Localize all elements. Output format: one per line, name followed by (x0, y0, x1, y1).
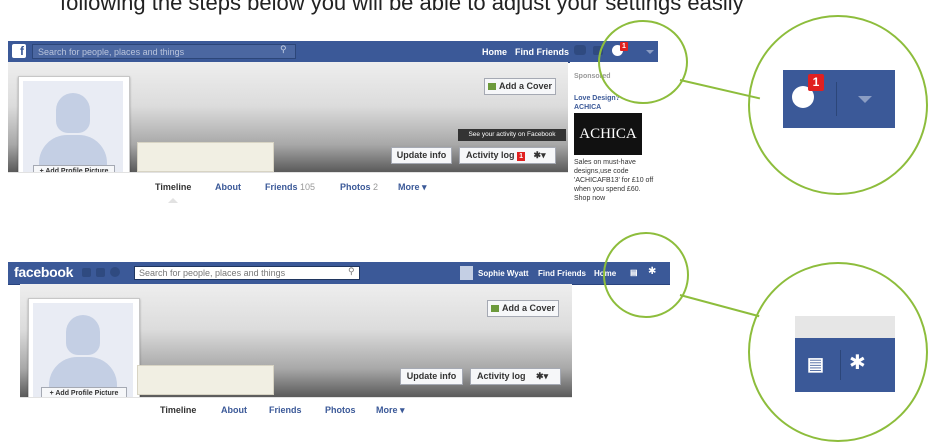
activity-log-label: Activity log (466, 150, 515, 160)
search-icon[interactable]: ⚲ (348, 266, 355, 277)
tab-friends[interactable]: Friends (269, 405, 302, 415)
ad-text: Sales on must-have designs,use code 'ACH… (574, 159, 654, 202)
avatar[interactable] (460, 266, 473, 280)
update-info-button[interactable]: Update info (391, 147, 452, 164)
gear-icon[interactable]: ✱▾ (534, 150, 546, 160)
tab-about[interactable]: About (221, 405, 247, 415)
zoomed-gear-icon: ✱ (849, 352, 866, 374)
silhouette-head (66, 315, 100, 355)
zoomed-bar-background (795, 316, 895, 338)
tab-timeline-pointer (168, 198, 178, 203)
ad-image[interactable]: ACHICA (574, 113, 642, 155)
facebook-logo[interactable]: facebook (14, 264, 73, 280)
messages-icon[interactable] (96, 268, 105, 277)
tab-photos[interactable]: Photos 2 (340, 182, 378, 192)
bottom-navbar: facebook Search for people, places and t… (8, 262, 670, 285)
zoomed-privacy-icon: ▤ (807, 354, 825, 374)
activity-log-button[interactable]: Activity log ✱▾ (470, 368, 561, 385)
nav-find-friends[interactable]: Find Friends (515, 47, 569, 57)
highlight-circle-small (603, 232, 689, 318)
zoomed-dropdown-icon (858, 96, 872, 103)
tab-more-label: More (376, 405, 398, 415)
nav-user-name[interactable]: Sophie Wyatt (478, 269, 529, 278)
tab-about[interactable]: About (215, 182, 241, 192)
activity-log-badge: 1 (517, 152, 526, 161)
zoomed-divider (840, 350, 841, 380)
photo-icon (487, 83, 496, 90)
instruction-caption: following the steps below you will be ab… (60, 0, 744, 15)
tab-friends-label: Friends (265, 182, 298, 192)
update-info-button[interactable]: Update info (400, 368, 463, 385)
activity-log-button[interactable]: Activity log 1 ✱▾ (459, 147, 556, 164)
facebook-f-icon[interactable]: f (12, 44, 26, 58)
zoomed-notification-badge: 1 (808, 74, 824, 91)
profile-picture-frame: + Add Profile Picture (18, 76, 130, 186)
tab-timeline[interactable]: Timeline (160, 405, 196, 415)
top-tab-bar: Timeline About Friends 105 Photos 2 More… (8, 172, 568, 205)
nav-find-friends[interactable]: Find Friends (538, 269, 586, 278)
tab-more-label: More (398, 182, 420, 192)
zoomed-navbar: 1 (783, 70, 895, 128)
friends-count: 105 (300, 182, 316, 192)
friend-requests-icon[interactable] (82, 268, 91, 277)
zoomed-navbar: ▤ ✱ (795, 338, 895, 392)
silhouette-head (56, 93, 90, 133)
nav-home[interactable]: Home (482, 47, 507, 57)
tab-timeline[interactable]: Timeline (155, 182, 191, 192)
photos-count: 2 (373, 182, 379, 192)
bottom-tab-bar: Timeline About Friends Photos More ▾ (20, 397, 572, 426)
tab-photos[interactable]: Photos (325, 405, 356, 415)
profile-picture-frame: + Add Profile Picture (28, 298, 140, 408)
tab-more[interactable]: More ▾ (398, 182, 427, 193)
photo-icon (490, 305, 499, 312)
add-cover-label: Add a Cover (501, 303, 555, 313)
top-navbar: f Search for people, places and things ⚲… (8, 41, 658, 63)
profile-name-box (137, 365, 274, 395)
notifications-icon[interactable] (110, 267, 120, 277)
search-input[interactable]: Search for people, places and things (32, 44, 296, 59)
tab-friends[interactable]: Friends 105 (265, 182, 315, 192)
friend-requests-icon[interactable] (574, 45, 586, 55)
activity-tooltip: See your activity on Facebook (458, 129, 566, 141)
activity-log-label: Activity log (477, 371, 526, 381)
add-cover-button[interactable]: Add a Cover (484, 78, 556, 95)
profile-name-box (137, 142, 274, 172)
search-icon[interactable]: ⚲ (280, 44, 287, 55)
connector-line (679, 294, 760, 318)
search-input[interactable]: Search for people, places and things (134, 266, 360, 280)
tab-photos-label: Photos (340, 182, 371, 192)
add-cover-button[interactable]: Add a Cover (487, 300, 559, 317)
add-cover-label: Add a Cover (498, 81, 552, 91)
zoomed-divider (836, 82, 837, 116)
gear-icon[interactable]: ✱▾ (536, 371, 548, 381)
highlight-circle-small (598, 20, 688, 104)
tab-more[interactable]: More ▾ (376, 405, 405, 416)
